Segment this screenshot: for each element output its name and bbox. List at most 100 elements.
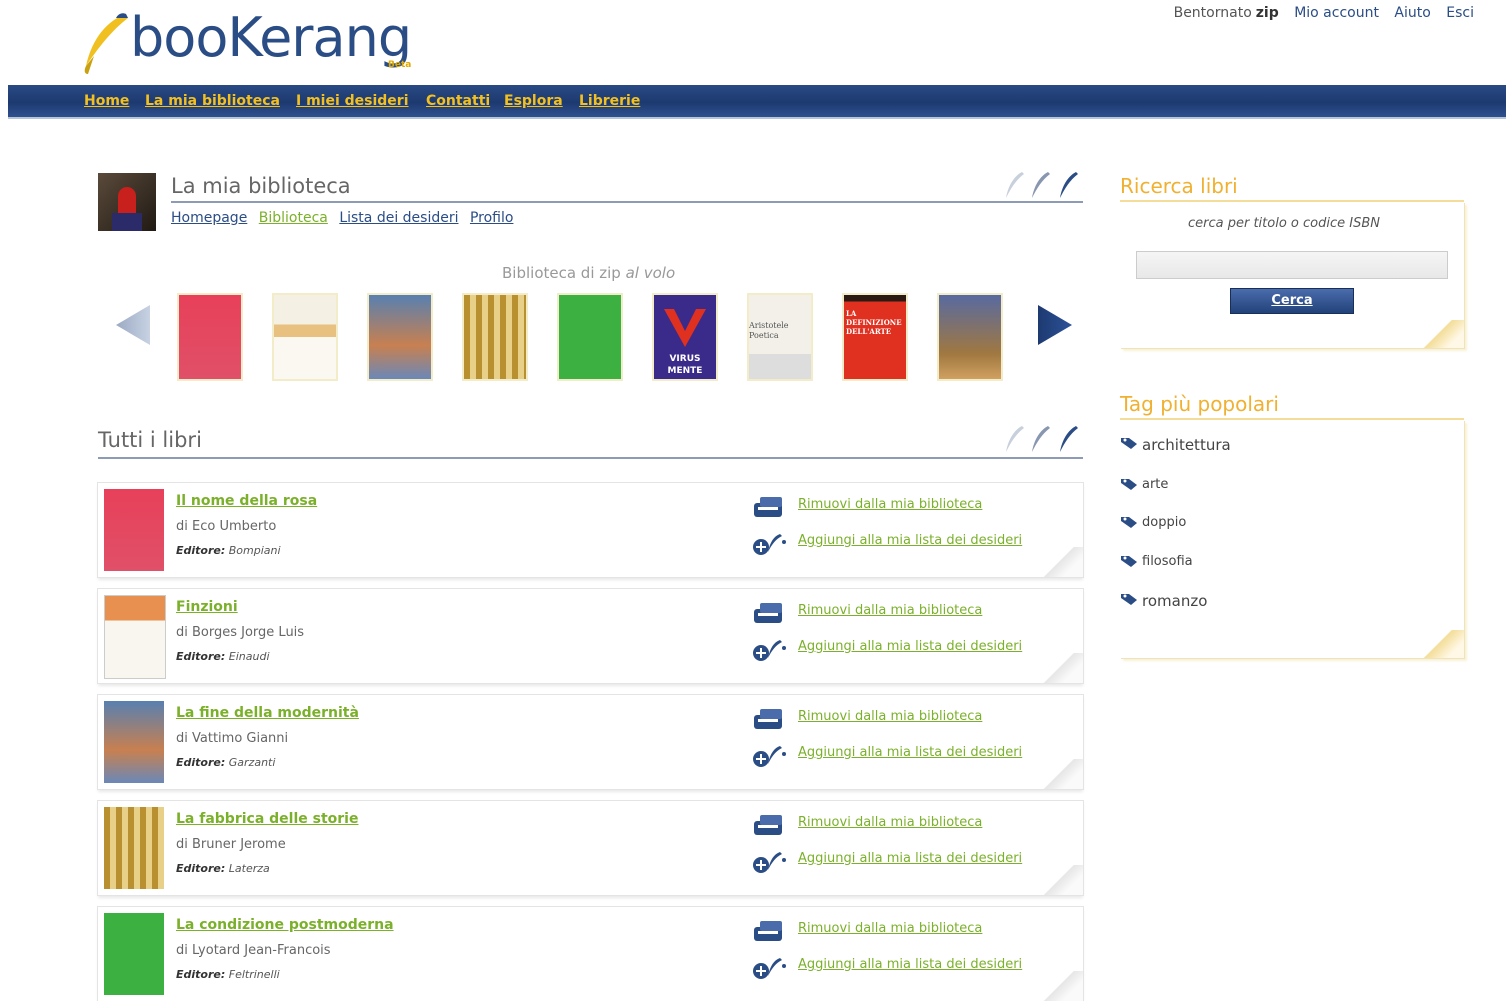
boomerang-logo-icon	[84, 13, 128, 74]
nav-home[interactable]: Home	[84, 93, 129, 109]
book-title-link[interactable]: La condizione postmoderna	[176, 917, 394, 933]
book-row: La fabbrica delle storie di Bruner Jerom…	[98, 801, 1083, 895]
add-to-wishlist-icon[interactable]	[752, 532, 788, 558]
nav-my-library[interactable]: La mia biblioteca	[145, 93, 280, 109]
book-cover[interactable]	[104, 807, 164, 889]
add-to-wishlist-link[interactable]: Aggiungi alla mia lista dei desideri	[798, 851, 1022, 866]
carousel-cover[interactable]: LA DEFINIZIONE DELL'ARTE	[844, 295, 906, 379]
add-to-wishlist-link[interactable]: Aggiungi alla mia lista dei desideri	[798, 639, 1022, 654]
book-author: di Eco Umberto	[176, 519, 277, 534]
book-title-link[interactable]: La fine della modernità	[176, 705, 359, 721]
page-curl-decoration	[1033, 971, 1083, 1001]
subnav-library[interactable]: Biblioteca	[259, 210, 328, 226]
carousel-cover[interactable]	[939, 295, 1001, 379]
book-cover[interactable]	[104, 489, 164, 571]
book-publisher: Editore: Einaudi	[176, 650, 270, 663]
search-books-title: Ricerca libri	[1120, 174, 1238, 198]
book-title-link[interactable]: La fabbrica delle storie	[176, 811, 358, 827]
username: zip	[1255, 5, 1279, 21]
carousel-cover[interactable]: Aristotele Poetica	[749, 295, 811, 379]
subnav-profile[interactable]: Profilo	[470, 210, 513, 226]
carousel-next-arrow-icon[interactable]	[1034, 303, 1074, 347]
add-to-wishlist-link[interactable]: Aggiungi alla mia lista dei desideri	[798, 957, 1022, 972]
subnav-homepage[interactable]: Homepage	[171, 210, 247, 226]
publisher-label: Editore:	[176, 756, 226, 769]
book-author: di Bruner Jerome	[176, 837, 286, 852]
tag-label: doppio	[1142, 515, 1187, 530]
carousel-cover[interactable]	[559, 295, 621, 379]
tag-item[interactable]: filosofia	[1120, 554, 1193, 569]
carousel-caption-text: Biblioteca di zip	[502, 264, 621, 282]
add-to-wishlist-link[interactable]: Aggiungi alla mia lista dei desideri	[798, 533, 1022, 548]
help-link[interactable]: Aiuto	[1394, 5, 1430, 21]
library-books-icon[interactable]	[752, 601, 788, 627]
publisher-name: Feltrinelli	[228, 968, 280, 981]
carousel-caption-italic: al volo	[625, 264, 676, 282]
tag-icon	[1121, 517, 1137, 528]
carousel-cover[interactable]	[274, 295, 336, 379]
library-books-icon[interactable]	[752, 813, 788, 839]
page-curl-decoration	[1033, 547, 1083, 577]
library-books-icon[interactable]	[752, 919, 788, 945]
nav-bookstores[interactable]: Librerie	[579, 93, 640, 109]
publisher-label: Editore:	[176, 650, 226, 663]
tag-item[interactable]: doppio	[1120, 515, 1186, 530]
publisher-name: Einaudi	[228, 650, 270, 663]
remove-from-library-link[interactable]: Rimuovi dalla mia biblioteca	[798, 709, 982, 724]
book-row: Finzioni di Borges Jorge Luis Editore: E…	[98, 589, 1083, 683]
popular-tags-title: Tag più popolari	[1120, 392, 1279, 416]
book-publisher: Editore: Feltrinelli	[176, 968, 280, 981]
book-publisher: Editore: Laterza	[176, 862, 270, 875]
library-books-icon[interactable]	[752, 495, 788, 521]
book-title-link[interactable]: Finzioni	[176, 599, 238, 615]
library-title: La mia biblioteca	[171, 174, 351, 198]
search-input[interactable]	[1136, 251, 1448, 279]
tag-item[interactable]: arte	[1120, 477, 1168, 492]
remove-from-library-link[interactable]: Rimuovi dalla mia biblioteca	[798, 497, 982, 512]
carousel-cover[interactable]	[464, 295, 526, 379]
tag-item[interactable]: romanzo	[1120, 592, 1207, 610]
nav-contacts[interactable]: Contatti	[426, 93, 490, 109]
book-author: di Lyotard Jean-Francois	[176, 943, 331, 958]
publisher-name: Garzanti	[228, 756, 276, 769]
add-to-wishlist-icon[interactable]	[752, 744, 788, 770]
nav-explore[interactable]: Esplora	[504, 93, 563, 109]
tag-item[interactable]: architettura	[1120, 436, 1231, 454]
search-title-divider	[1120, 200, 1464, 202]
remove-from-library-link[interactable]: Rimuovi dalla mia biblioteca	[798, 603, 982, 618]
search-button[interactable]: Cerca	[1230, 288, 1354, 314]
add-to-wishlist-icon[interactable]	[752, 850, 788, 876]
book-cover[interactable]	[104, 701, 164, 783]
book-row: Il nome della rosa di Eco Umberto Editor…	[98, 483, 1083, 577]
subnav-wishlist[interactable]: Lista dei desideri	[339, 210, 458, 226]
cover-virus-line2: MENTE	[668, 366, 703, 376]
welcome-text: Bentornato	[1173, 5, 1252, 21]
publisher-label: Editore:	[176, 862, 226, 875]
my-account-link[interactable]: Mio account	[1294, 5, 1379, 21]
carousel-caption: Biblioteca di zip al volo	[502, 264, 675, 282]
remove-from-library-link[interactable]: Rimuovi dalla mia biblioteca	[798, 921, 982, 936]
beta-badge: Beta	[388, 60, 412, 70]
add-to-wishlist-icon[interactable]	[752, 956, 788, 982]
page-curl-decoration	[1033, 759, 1083, 789]
book-cover[interactable]	[104, 913, 164, 995]
library-books-icon[interactable]	[752, 707, 788, 733]
top-user-links: Bentornato zip Mio account Aiuto Esci	[1163, 5, 1474, 21]
user-avatar[interactable]	[98, 173, 156, 231]
carousel-prev-arrow-icon[interactable]	[114, 303, 154, 347]
add-to-wishlist-link[interactable]: Aggiungi alla mia lista dei desideri	[798, 745, 1022, 760]
logout-link[interactable]: Esci	[1446, 5, 1474, 21]
book-cover[interactable]	[104, 595, 166, 679]
carousel-cover[interactable]	[369, 295, 431, 379]
carousel-cover[interactable]: VIRUS MENTE	[654, 295, 716, 379]
remove-from-library-link[interactable]: Rimuovi dalla mia biblioteca	[798, 815, 982, 830]
tags-title-divider	[1120, 418, 1464, 420]
nav-my-wishes[interactable]: I miei desideri	[296, 93, 409, 109]
publisher-label: Editore:	[176, 968, 226, 981]
add-to-wishlist-icon[interactable]	[752, 638, 788, 664]
main-navbar: Home La mia biblioteca I miei desideri C…	[8, 85, 1506, 119]
bookerang-logo[interactable]: booKerang Beta	[78, 4, 458, 76]
book-title-link[interactable]: Il nome della rosa	[176, 493, 317, 509]
carousel-cover[interactable]	[179, 295, 241, 379]
tag-label: arte	[1142, 477, 1169, 492]
